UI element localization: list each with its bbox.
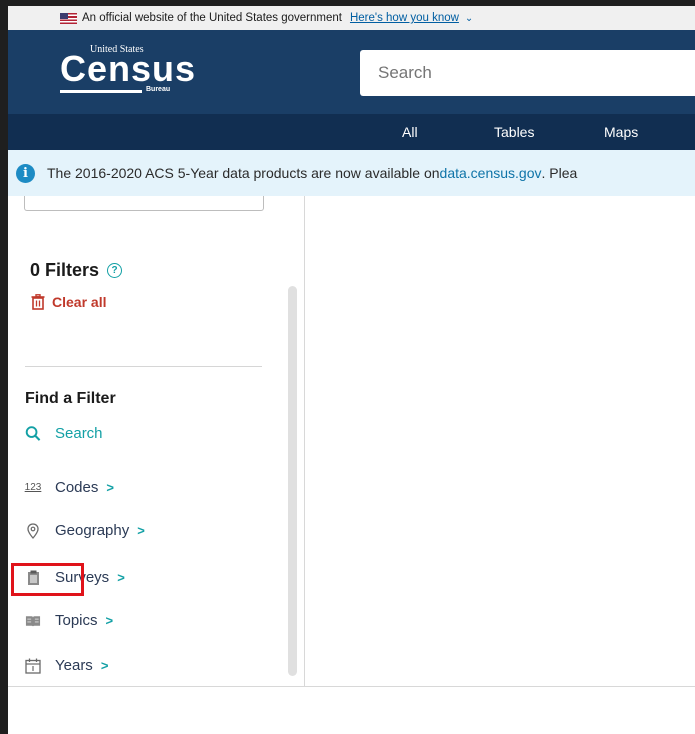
logo-bureau: Bureau [146, 86, 171, 93]
clipboard-icon [25, 570, 41, 586]
content-bottom-border [8, 686, 695, 687]
census-logo[interactable]: United States Census Bureau [60, 44, 195, 94]
alert-text-tail: . Plea [541, 165, 578, 181]
tab-tables[interactable]: Tables [494, 114, 534, 150]
help-icon[interactable]: ? [107, 263, 123, 278]
filter-surveys-link[interactable]: Surveys > [25, 569, 125, 586]
filter-geography-label: Geography [55, 522, 130, 539]
filter-surveys-label: Surveys [55, 569, 110, 586]
us-flag-icon [60, 12, 77, 24]
chevron-right-icon: > [100, 658, 109, 673]
results-nav: All Tables Maps [8, 114, 695, 150]
chevron-right-icon: > [137, 523, 145, 538]
heres-how-you-know-link[interactable]: Here's how you know [350, 12, 459, 24]
browser-viewport: An official website of the United States… [8, 6, 695, 734]
results-panel [305, 196, 695, 686]
filter-codes-label: Codes [55, 479, 99, 496]
book-icon [25, 613, 41, 629]
codes-icon: 123 [24, 482, 42, 493]
find-filter-heading: Find a Filter [25, 390, 116, 407]
filter-input-edge[interactable] [24, 196, 264, 211]
filters-heading: 0 Filters ? [30, 260, 123, 281]
chevron-right-icon: > [106, 480, 114, 495]
tab-maps[interactable]: Maps [604, 114, 638, 150]
filter-panel-scrollbar[interactable] [288, 286, 297, 676]
filter-years-label: Years [55, 657, 93, 674]
filter-geography-link[interactable]: Geography > [25, 522, 145, 539]
filter-search-link[interactable]: Search [25, 425, 103, 442]
calendar-icon [25, 658, 41, 674]
divider [25, 366, 262, 367]
filters-count-label: 0 Filters [30, 260, 100, 280]
trash-icon [31, 294, 45, 310]
gov-banner: An official website of the United States… [8, 6, 695, 30]
search-input[interactable] [360, 50, 695, 96]
filter-search-label: Search [55, 425, 103, 442]
filter-panel: 0 Filters ? Clear all Find a Filter Sear… [8, 196, 305, 686]
filter-topics-label: Topics [55, 612, 98, 629]
chevron-down-icon[interactable]: ⌄ [465, 13, 473, 24]
chevron-right-icon: > [117, 570, 125, 585]
map-pin-icon [25, 522, 41, 539]
logo-census: Census [60, 48, 197, 89]
alert-text: The 2016-2020 ACS 5-Year data products a… [47, 165, 440, 181]
clear-all-label: Clear all [52, 294, 107, 310]
tab-all[interactable]: All [402, 114, 418, 150]
chevron-right-icon: > [105, 613, 114, 628]
content-area: 0 Filters ? Clear all Find a Filter Sear… [8, 196, 695, 734]
site-header: United States Census Bureau [8, 30, 695, 114]
clear-all-button[interactable]: Clear all [31, 294, 106, 310]
filter-years-link[interactable]: Years > [25, 657, 108, 674]
info-icon: i [16, 163, 35, 183]
filter-codes-link[interactable]: 123 Codes > [25, 479, 114, 496]
logo-bar [60, 90, 142, 93]
gov-banner-text: An official website of the United States… [82, 12, 342, 24]
filter-topics-link[interactable]: Topics > [25, 612, 113, 629]
search-icon [25, 426, 41, 442]
alert-banner: i The 2016-2020 ACS 5-Year data products… [8, 150, 695, 196]
data-census-gov-link[interactable]: data.census.gov [440, 165, 542, 181]
